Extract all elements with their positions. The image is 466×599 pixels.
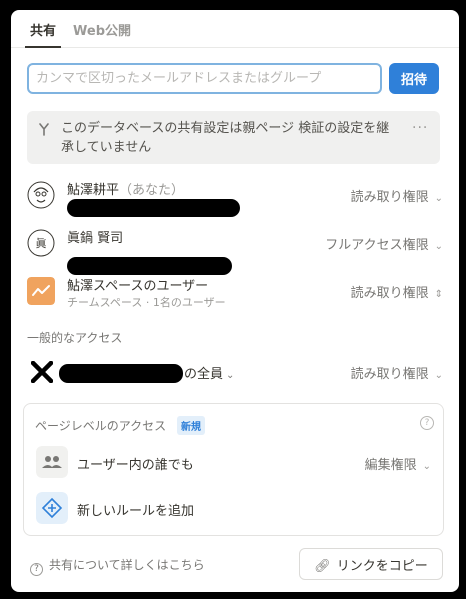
inheritance-notice: このデータベースの共有設定は親ページ 検証の設定を継承していません ··· bbox=[27, 111, 440, 164]
member-name: 鮎澤スペースのユーザー bbox=[67, 279, 209, 294]
chevron-down-icon: ⌄ bbox=[434, 193, 443, 204]
permission-dropdown[interactable]: 編集権限 ⌄ bbox=[365, 454, 431, 473]
workspace-logo-icon bbox=[31, 361, 53, 383]
member-name: 眞鍋 賢司 bbox=[67, 231, 124, 246]
permission-dropdown[interactable]: 読み取り権限 ⌄ bbox=[351, 363, 443, 382]
help-icon: ? bbox=[30, 563, 43, 576]
chevron-down-icon: ⌄ bbox=[226, 370, 235, 381]
rule-label: ユーザー内の誰でも bbox=[77, 458, 194, 473]
user-avatar-icon: 眞 bbox=[27, 229, 55, 257]
add-rule-button[interactable]: 新しいルールを追加 bbox=[77, 500, 194, 519]
svg-text:眞: 眞 bbox=[36, 236, 47, 250]
chevron-updown-icon: ⇕ bbox=[434, 289, 443, 300]
permission-dropdown[interactable]: 読み取り権限 ⌄ bbox=[351, 186, 443, 205]
notice-text: このデータベースの共有設定は親ページ 検証の設定を継承していません bbox=[61, 121, 390, 155]
teamspace-icon bbox=[27, 277, 55, 305]
page-level-title: ページレベルのアクセス bbox=[35, 419, 167, 433]
share-panel: 共有 Web公開 招待 このデータベースの共有設定は親ページ 検証の設定を継承し… bbox=[11, 10, 459, 592]
member-row: 眞 眞鍋 賢司 フルアクセス権限 ⌄ bbox=[11, 221, 459, 275]
branch-icon bbox=[39, 123, 49, 136]
more-options-icon[interactable]: ··· bbox=[412, 120, 428, 136]
copy-link-button[interactable]: 🔗︎ リンクをコピー bbox=[299, 548, 443, 580]
new-badge: 新規 bbox=[177, 416, 205, 435]
chevron-down-icon: ⌄ bbox=[434, 241, 443, 252]
learn-more-link[interactable]: ? 共有について詳しくはこちら bbox=[30, 556, 205, 576]
chevron-down-icon: ⌄ bbox=[434, 370, 443, 381]
member-name: 鮎澤耕平（あなた） bbox=[67, 183, 185, 198]
invite-input[interactable] bbox=[27, 63, 382, 94]
member-row: 鮎澤耕平（あなた） 読み取り権限 ⌄ bbox=[11, 173, 459, 217]
member-subtitle: チームスペース · 1名のユーザー bbox=[67, 296, 226, 309]
active-tab-indicator bbox=[25, 46, 61, 48]
redacted-email bbox=[67, 199, 240, 217]
user-avatar-icon bbox=[27, 181, 55, 209]
tab-bar: 共有 Web公開 bbox=[11, 10, 459, 48]
people-icon bbox=[36, 446, 68, 478]
general-access-label: 一般的なアクセス bbox=[27, 331, 123, 345]
member-row: 鮎澤スペースのユーザー チームスペース · 1名のユーザー 読み取り権限 ⇕ bbox=[11, 269, 459, 313]
add-rule-icon bbox=[36, 492, 68, 524]
permission-dropdown[interactable]: 読み取り権限 ⇕ bbox=[351, 282, 443, 301]
permission-dropdown[interactable]: フルアクセス権限 ⌄ bbox=[325, 234, 443, 253]
chevron-down-icon: ⌄ bbox=[422, 461, 431, 472]
tab-publish[interactable]: Web公開 bbox=[73, 20, 131, 39]
tab-share[interactable]: 共有 bbox=[30, 20, 56, 39]
help-icon[interactable]: ? bbox=[420, 416, 434, 430]
invite-button[interactable]: 招待 bbox=[389, 63, 439, 94]
workspace-access-selector[interactable]: の全員 ⌄ bbox=[184, 363, 234, 382]
redacted-workspace-name bbox=[59, 364, 183, 383]
page-level-access-panel: ページレベルのアクセス 新規 ? ユーザー内の誰でも 編集権限 ⌄ 新しいルールを… bbox=[23, 403, 444, 536]
link-icon: 🔗︎ bbox=[314, 558, 331, 574]
